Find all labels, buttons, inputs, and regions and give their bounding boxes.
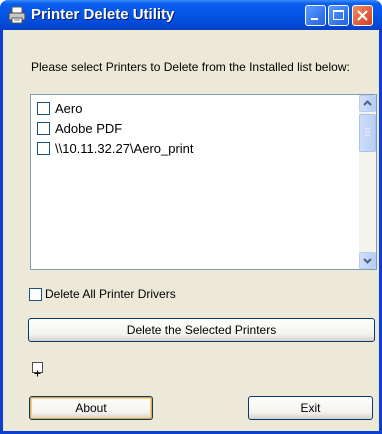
plus-box-icon[interactable]: [32, 362, 43, 377]
delete-all-drivers-checkbox[interactable]: [29, 287, 42, 301]
printer-label: \\10.11.32.27\Aero_print: [55, 140, 194, 156]
delete-selected-button[interactable]: Delete the Selected Printers: [28, 318, 375, 342]
printer-label: Adobe PDF: [55, 120, 123, 136]
list-item[interactable]: Adobe PDF: [37, 120, 122, 136]
app-window: Printer Delete Utility Please select Pri…: [0, 0, 382, 434]
minimize-button[interactable]: [305, 5, 326, 26]
printer-checkbox[interactable]: [37, 141, 50, 155]
printer-checkbox[interactable]: [37, 121, 50, 135]
maximize-button[interactable]: [328, 5, 349, 26]
printer-checkbox[interactable]: [37, 101, 50, 115]
list-item[interactable]: \\10.11.32.27\Aero_print: [37, 140, 194, 156]
close-button[interactable]: [352, 5, 373, 26]
scroll-thumb[interactable]: [359, 114, 376, 152]
about-button[interactable]: About: [29, 396, 153, 420]
vertical-scrollbar[interactable]: [359, 95, 376, 269]
exit-button[interactable]: Exit: [248, 396, 373, 420]
scroll-down-button[interactable]: [359, 252, 376, 269]
delete-all-drivers-option[interactable]: Delete All Printer Drivers: [29, 286, 176, 302]
title-bar[interactable]: Printer Delete Utility: [0, 0, 382, 30]
delete-all-drivers-label: Delete All Printer Drivers: [45, 287, 176, 301]
instructions-text: Please select Printers to Delete from th…: [31, 60, 350, 74]
scroll-up-button[interactable]: [359, 95, 376, 112]
printer-icon: [8, 6, 26, 24]
window-title: Printer Delete Utility: [31, 6, 175, 23]
list-item[interactable]: Aero: [37, 100, 82, 116]
printer-list[interactable]: Aero Adobe PDF \\10.11.32.27\Aero_print: [30, 94, 377, 270]
printer-label: Aero: [55, 100, 83, 116]
